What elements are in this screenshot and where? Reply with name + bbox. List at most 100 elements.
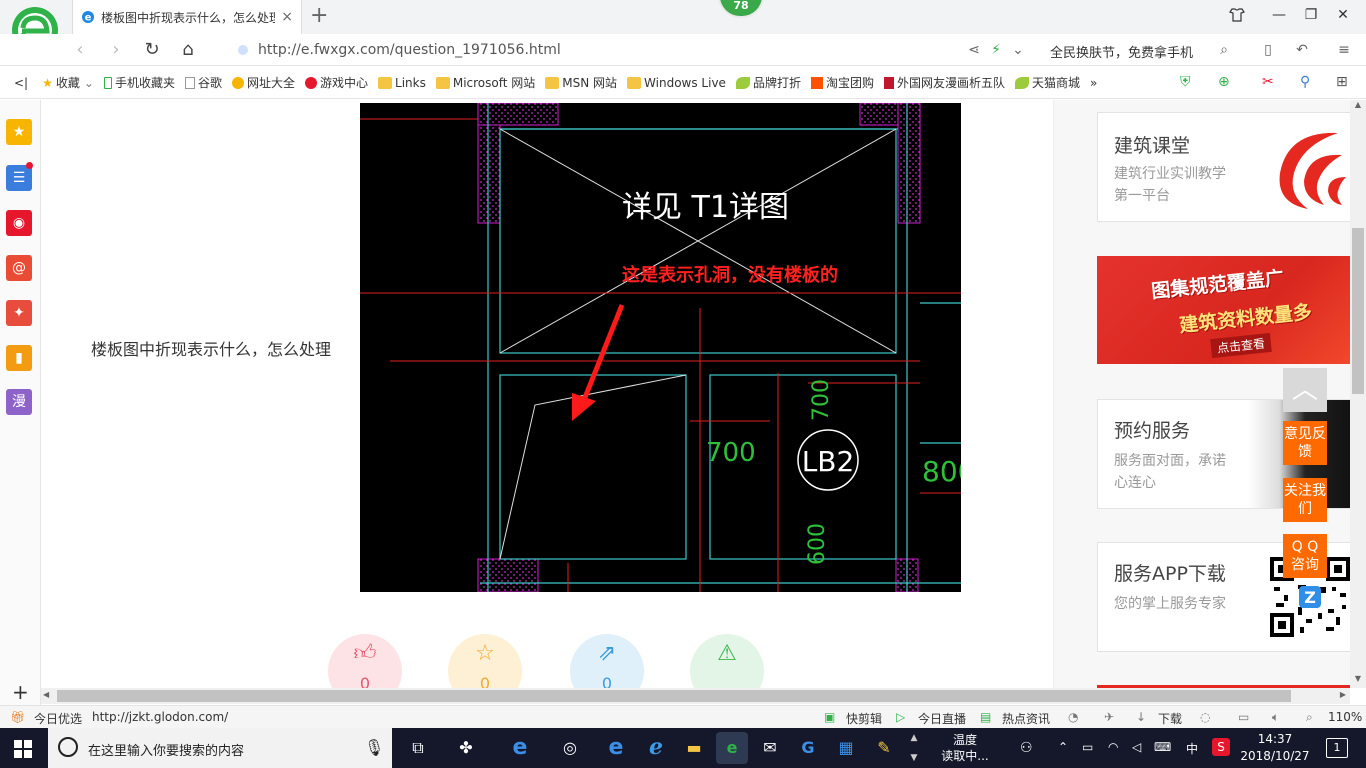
tab-close-icon[interactable]: × xyxy=(281,9,293,25)
speed-icon[interactable]: ◔ xyxy=(1068,710,1078,724)
back-to-top-button[interactable]: ︿ xyxy=(1283,368,1327,412)
like-button[interactable]: 👍︎ 0 xyxy=(328,634,402,688)
taskbar-scroll-icon[interactable]: ▲ ▼ xyxy=(906,728,922,768)
qq-consult-button[interactable]: Q Q 咨询 xyxy=(1283,534,1327,578)
vertical-scrollbar[interactable]: ▲ ▼ xyxy=(1350,100,1366,688)
mail-icon[interactable]: @ xyxy=(6,255,32,281)
mail-app-icon[interactable]: ✉ xyxy=(754,732,786,764)
score-badge[interactable]: 78 xyxy=(718,0,764,18)
search-icon[interactable]: ⌕ xyxy=(1214,40,1234,60)
dropdown-icon[interactable]: ⌄ xyxy=(1008,40,1028,60)
bookmark-site-nav[interactable]: 网址大全 xyxy=(231,74,295,91)
store-app-icon[interactable]: ▦ xyxy=(830,732,862,764)
screenshot-icon[interactable]: ✂ xyxy=(1262,74,1274,90)
task-view-icon[interactable]: ⧉ xyxy=(402,732,434,764)
zoom-icon[interactable]: ⌕ xyxy=(1306,710,1313,725)
status-hot-news[interactable]: 热点资讯 xyxy=(1002,710,1050,727)
internet-explorer-icon[interactable]: ℯ xyxy=(640,732,672,764)
tray-expand-icon[interactable]: ⌃ xyxy=(1058,740,1068,754)
scroll-up-arrow[interactable]: ▲ xyxy=(1350,100,1366,114)
bookmark-msn[interactable]: MSN 网站 xyxy=(545,74,617,91)
speaker-icon[interactable]: ◁ xyxy=(1132,740,1141,754)
apps-grid-icon[interactable]: ⊞ xyxy=(1336,74,1348,90)
weibo-icon[interactable]: ◉ xyxy=(6,210,32,236)
taskbar-search-box[interactable]: 在这里输入你要搜索的内容 🎙︎ xyxy=(48,728,392,768)
clock[interactable]: 14:37 2018/10/27 xyxy=(1240,731,1310,765)
close-window-button[interactable]: ✕ xyxy=(1328,4,1358,26)
cleanup-icon[interactable]: ◌ xyxy=(1200,710,1210,724)
follow-us-button[interactable]: 关注我们 xyxy=(1283,478,1327,522)
undo-icon[interactable]: ↶ xyxy=(1292,40,1312,60)
game-icon[interactable]: ✦ xyxy=(6,300,32,326)
weather-widget[interactable]: 温度 读取中... xyxy=(938,732,992,764)
ime-indicator[interactable]: 中 xyxy=(1186,740,1198,757)
url-field[interactable]: http://e.fwxgx.com/question_1971056.html xyxy=(238,42,561,58)
pin-icon[interactable]: ✈ xyxy=(1104,710,1114,724)
menu-icon[interactable]: ≡ xyxy=(1334,40,1354,60)
scroll-right-arrow[interactable]: ▶ xyxy=(1340,690,1346,699)
ad-banner-standards[interactable]: 图集规范覆盖广 建筑资料数量多 点击查看 xyxy=(1097,256,1350,364)
bookmark-mobile[interactable]: 手机收藏夹 xyxy=(103,74,175,91)
scroll-down-arrow[interactable]: ▼ xyxy=(1350,674,1366,688)
bookmark-comic[interactable]: 外国网友漫画析五队 xyxy=(883,74,1005,91)
bookmarks-collapse-icon[interactable]: <| xyxy=(14,76,28,90)
notes-app-icon[interactable]: ✎ xyxy=(868,732,900,764)
bookmark-favorites[interactable]: ★ 收藏 ⌄ xyxy=(42,74,94,91)
sidebar-add-button[interactable]: + xyxy=(12,680,29,704)
bookmark-tmall[interactable]: 天猫商城 xyxy=(1014,74,1080,91)
window-icon[interactable]: ▭ xyxy=(1238,710,1249,724)
mobile-icon[interactable]: ▯ xyxy=(1258,40,1278,60)
bookmark-microsoft[interactable]: Microsoft 网站 xyxy=(435,74,535,91)
forward-button[interactable]: › xyxy=(104,38,128,62)
vertical-scroll-thumb[interactable] xyxy=(1352,228,1364,394)
share-icon[interactable]: ⋖ xyxy=(964,40,984,60)
translate-icon[interactable]: ⊕ xyxy=(1218,74,1230,90)
pinwheel-app-icon[interactable]: ✤ xyxy=(450,732,482,764)
battery-icon[interactable]: ▭ xyxy=(1082,740,1093,754)
bookmark-games[interactable]: 游戏中心 xyxy=(305,74,368,91)
feedback-button[interactable]: 意见反馈 xyxy=(1283,421,1327,465)
favorite-button[interactable]: ☆ 0 xyxy=(448,634,522,688)
home-icon[interactable]: ⌂ xyxy=(176,38,200,62)
volume-icon[interactable]: 🔈︎ xyxy=(1272,710,1279,725)
refresh-icon[interactable]: ↻ xyxy=(140,38,164,62)
bookmarks-more-icon[interactable]: » xyxy=(1090,76,1097,90)
magnifier-icon[interactable]: ⚲ xyxy=(1300,74,1310,90)
card-building-class[interactable]: 建筑课堂 建筑行业实训教学第一平台 xyxy=(1097,112,1350,222)
shirt-skin-icon[interactable] xyxy=(1222,4,1252,26)
ie-orange-icon[interactable]: e xyxy=(504,732,536,764)
bookmark-links[interactable]: Links xyxy=(378,76,426,90)
tab-active[interactable]: e 楼板图中折现表示什么，怎么处理 × xyxy=(72,0,302,34)
browser-taskbar-icon[interactable]: e xyxy=(716,732,748,764)
reader-icon[interactable]: ▮ xyxy=(6,345,32,371)
minimize-button[interactable]: — xyxy=(1264,4,1294,26)
edge-icon[interactable]: e xyxy=(600,732,632,764)
windows-start-icon[interactable] xyxy=(14,740,32,758)
bookmark-brand-sale[interactable]: 品牌打折 xyxy=(735,74,801,91)
report-button[interactable]: ⚠ xyxy=(690,634,764,688)
bolt-icon[interactable]: ⚡ xyxy=(986,40,1006,60)
status-live[interactable]: 今日直播 xyxy=(918,710,966,727)
wifi-icon[interactable]: ◠ xyxy=(1108,740,1118,754)
back-button[interactable]: ‹ xyxy=(68,38,92,62)
comic-icon[interactable]: 漫 xyxy=(6,389,32,415)
bookmark-google[interactable]: 谷歌 xyxy=(184,74,222,91)
bookmark-windows-live[interactable]: Windows Live xyxy=(627,76,726,90)
status-today-picks[interactable]: 今日优选 xyxy=(34,710,82,727)
share-button[interactable]: ⇗ 0 xyxy=(570,634,644,688)
restore-button[interactable]: ❐ xyxy=(1296,4,1326,26)
sogou-ime-icon[interactable]: S xyxy=(1212,738,1230,756)
promo-search-text[interactable]: 全民换肤节，免费拿手机 xyxy=(1050,42,1193,61)
chrome-like-icon[interactable]: ◎ xyxy=(554,732,586,764)
file-explorer-icon[interactable]: ▬ xyxy=(678,732,710,764)
status-download[interactable]: 下载 xyxy=(1158,710,1182,727)
horizontal-scrollbar[interactable]: ◀ ▶ xyxy=(41,688,1350,704)
microphone-icon[interactable]: 🎙︎ xyxy=(364,738,384,757)
new-tab-button[interactable]: + xyxy=(310,4,328,28)
action-center-icon[interactable]: 1 xyxy=(1326,738,1348,758)
bookmark-taobao[interactable]: 淘宝团购 xyxy=(810,74,874,91)
keyboard-icon[interactable]: ⌨ xyxy=(1154,740,1171,754)
shield-icon[interactable]: ⛨ xyxy=(1180,74,1191,90)
scroll-left-arrow[interactable]: ◀ xyxy=(43,690,49,699)
zoom-level[interactable]: 110% xyxy=(1328,710,1362,724)
